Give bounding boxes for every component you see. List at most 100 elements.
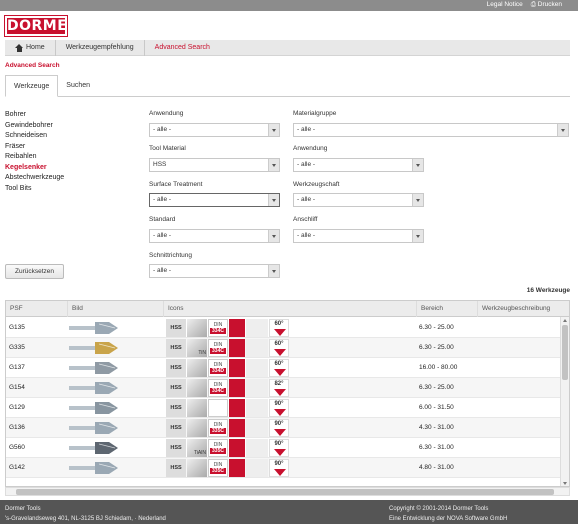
table-row[interactable]: G129 HSS 90° 6.00 - 31.50 xyxy=(6,398,561,418)
table-row[interactable]: G137 HSS DIN 334D 60° 16.00 - 80.00 xyxy=(6,358,561,378)
din-value: 334C xyxy=(210,388,226,394)
grind-select[interactable]: - alle - xyxy=(293,229,424,243)
cutting-icon xyxy=(229,339,245,357)
application2-select[interactable]: - alle - xyxy=(293,158,424,172)
tool-image xyxy=(69,342,118,354)
footer-developer[interactable]: Eine Entwicklung der NOVA Software GmbH xyxy=(389,516,507,522)
row-icons: HSS TiN DIN 334C 60° xyxy=(166,339,311,357)
chevron-down-icon xyxy=(268,230,279,242)
table-row[interactable]: G154 HSS DIN 334C 82° 6.30 - 25.00 xyxy=(6,378,561,398)
din-icon: DIN 334D xyxy=(208,359,228,377)
horizontal-scrollbar[interactable] xyxy=(5,487,570,496)
hscroll-thumb[interactable] xyxy=(16,489,554,495)
row-psf[interactable]: G129 xyxy=(9,404,25,411)
row-psf[interactable]: G335 xyxy=(9,344,25,351)
row-psf[interactable]: G136 xyxy=(9,424,25,431)
chevron-down-icon xyxy=(268,265,279,277)
cutting-direction-label: Schnittrichtung xyxy=(149,252,192,259)
category-item[interactable]: Bohrer xyxy=(5,110,64,121)
row-psf[interactable]: G137 xyxy=(9,364,25,371)
chevron-down-icon xyxy=(412,194,423,206)
application-label: Anwendung xyxy=(149,110,184,117)
standard-select[interactable]: - alle - xyxy=(149,229,280,243)
angle-icon: 60° xyxy=(269,339,289,357)
nav-recommendation[interactable]: Werkzeugempfehlung xyxy=(56,39,145,56)
dormer-logo[interactable]: DORMER xyxy=(4,15,78,37)
coating-label: TiN xyxy=(198,350,206,356)
hss-icon: HSS xyxy=(166,319,186,337)
vertical-scrollbar[interactable] xyxy=(560,317,569,486)
cutting-icon xyxy=(229,419,245,437)
cutting-direction-select[interactable]: - alle - xyxy=(149,264,280,278)
din-value: 335C xyxy=(210,468,226,474)
din-value: 334D xyxy=(210,368,226,374)
cutting-icon xyxy=(229,439,245,457)
tool-material-select[interactable]: HSS xyxy=(149,158,280,172)
row-range: 6.30 - 25.00 xyxy=(419,384,454,391)
chevron-down-icon xyxy=(268,159,279,171)
cutting-icon xyxy=(229,359,245,377)
category-item[interactable]: Gewindebohrer xyxy=(5,121,64,132)
chevron-down-icon xyxy=(412,159,423,171)
col-range[interactable]: Bereich xyxy=(417,301,478,317)
col-image[interactable]: Bild xyxy=(68,301,164,317)
nav-home[interactable]: Home xyxy=(5,39,56,56)
shank-select[interactable]: - alle - xyxy=(293,193,424,207)
table-row[interactable]: G560 HSS TiAlN DIN 335C 90° 6.30 - 31.00 xyxy=(6,438,561,458)
chevron-down-icon xyxy=(557,124,568,136)
angle-value: 90° xyxy=(274,401,284,407)
angle-value: 60° xyxy=(274,341,284,347)
angle-icon: 82° xyxy=(269,379,289,397)
row-psf[interactable]: G142 xyxy=(9,464,25,471)
din-value: 334C xyxy=(210,348,226,354)
col-icons[interactable]: Icons xyxy=(164,301,417,317)
col-description[interactable]: Werkzeugbeschreibung xyxy=(478,301,569,317)
din-value: 334C xyxy=(210,328,226,334)
row-psf[interactable]: G154 xyxy=(9,384,25,391)
standard-value: - alle - xyxy=(153,232,172,239)
legal-notice-link[interactable]: Legal Notice xyxy=(487,1,523,9)
grind-label: Anschliff xyxy=(293,216,318,223)
coating-icon xyxy=(187,379,207,397)
row-icons: HSS DIN 334C 82° xyxy=(166,379,311,397)
cutting-icon xyxy=(229,399,245,417)
category-item[interactable]: Tool Bits xyxy=(5,184,64,195)
scroll-thumb[interactable] xyxy=(562,325,568,380)
cutting-icon xyxy=(229,319,245,337)
footer-copyright: Copyright © 2001-2014 Dormer Tools xyxy=(389,506,489,512)
scroll-down-icon[interactable] xyxy=(563,482,567,485)
category-item[interactable]: Reibahlen xyxy=(5,152,64,163)
reset-button[interactable]: Zurücksetzen xyxy=(5,264,64,279)
tab-tools[interactable]: Werkzeuge xyxy=(5,75,59,97)
shank-icon xyxy=(246,459,268,477)
category-item[interactable]: Abstechwerkzeuge xyxy=(5,173,64,184)
material-group-select[interactable]: - alle - xyxy=(293,123,569,137)
coating-icon: TiN xyxy=(187,339,207,357)
table-row[interactable]: G142 HSS DIN 335C 90° 4.80 - 31.00 xyxy=(6,458,561,478)
category-item[interactable]: Fräser xyxy=(5,142,64,153)
tab-search[interactable]: Suchen xyxy=(58,75,98,97)
row-psf[interactable]: G135 xyxy=(9,324,25,331)
angle-value: 90° xyxy=(274,461,284,467)
tool-image xyxy=(69,402,118,414)
din-icon: DIN 334C xyxy=(208,339,228,357)
category-item-active[interactable]: Kegelsenker xyxy=(5,163,64,174)
table-row[interactable]: G335 HSS TiN DIN 334C 60° 6.30 - 25.00 xyxy=(6,338,561,358)
col-psf[interactable]: PSF xyxy=(6,301,68,317)
row-psf[interactable]: G560 xyxy=(9,444,25,451)
row-icons: HSS DIN 334C 60° xyxy=(166,319,311,337)
scroll-up-icon[interactable] xyxy=(563,319,567,322)
surface-treatment-select[interactable]: - alle - xyxy=(149,193,280,207)
nav-advanced-search[interactable]: Advanced Search xyxy=(145,40,220,56)
din-icon: DIN 334C xyxy=(208,379,228,397)
table-row[interactable]: G136 HSS DIN 335C 90° 4.30 - 31.00 xyxy=(6,418,561,438)
table-row[interactable]: G135 HSS DIN 334C 60° 6.30 - 25.00 xyxy=(6,318,561,338)
tool-material-value: HSS xyxy=(153,161,167,168)
results-table: PSF Bild Icons Bereich Werkzeugbeschreib… xyxy=(5,300,570,487)
application-select[interactable]: - alle - xyxy=(149,123,280,137)
footer: Dormer Tools 's-Gravelandseweg 401, NL-3… xyxy=(0,500,578,524)
footer-address: 's-Gravelandseweg 401, NL-3125 BJ Schied… xyxy=(5,516,166,522)
print-link[interactable]: ⎙ Drucken xyxy=(531,1,562,9)
category-item[interactable]: Schneideisen xyxy=(5,131,64,142)
tool-image xyxy=(69,322,118,334)
